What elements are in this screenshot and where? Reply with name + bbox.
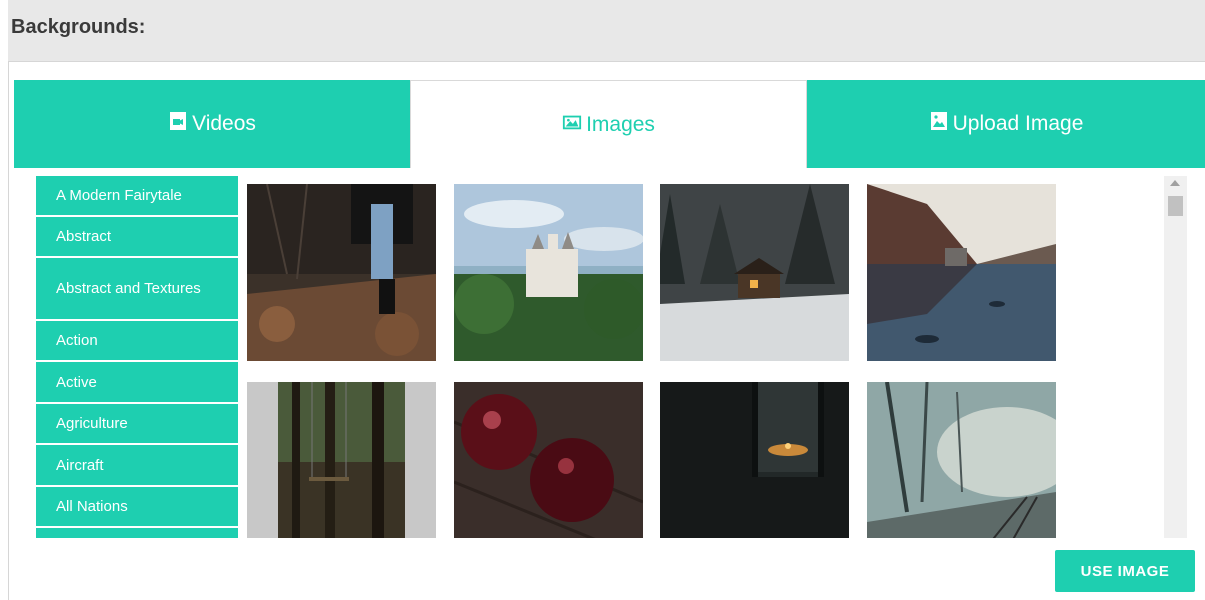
category-item[interactable]: Agriculture xyxy=(36,404,238,445)
image-grid xyxy=(247,184,1057,538)
scroll-thumb[interactable] xyxy=(1168,196,1183,216)
snowy-cabin-photo[interactable] xyxy=(660,184,849,361)
tab-videos[interactable]: Videos xyxy=(14,80,410,168)
image-file-icon xyxy=(929,111,949,137)
section-title: Backgrounds: xyxy=(11,16,146,38)
castle-photo[interactable] xyxy=(454,184,643,361)
lake-boathouse-photo[interactable] xyxy=(867,184,1056,361)
category-item[interactable]: Aircraft xyxy=(36,445,238,487)
tab-upload-image[interactable]: Upload Image xyxy=(807,80,1205,168)
tab-videos-label: Videos xyxy=(192,112,256,135)
forest-path-legs-photo[interactable] xyxy=(247,184,436,361)
category-list: A Modern Fairytale Abstract Abstract and… xyxy=(36,176,238,538)
scroll-up-arrow-icon[interactable] xyxy=(1170,180,1180,186)
tab-images-label: Images xyxy=(586,112,655,136)
category-item[interactable]: Abstract xyxy=(36,217,238,258)
apples-photo[interactable] xyxy=(454,382,643,538)
category-item[interactable]: A Modern Fairytale xyxy=(36,176,238,217)
header-bar: Backgrounds: xyxy=(8,0,1205,62)
lantern-photo[interactable] xyxy=(660,382,849,538)
misty-railway-photo[interactable] xyxy=(867,382,1056,538)
image-icon xyxy=(562,112,582,138)
tab-upload-image-label: Upload Image xyxy=(952,112,1084,135)
tab-bar: Videos Images Upload Image xyxy=(14,80,1205,168)
vertical-scrollbar[interactable] xyxy=(1164,176,1187,538)
use-image-button[interactable]: USE IMAGE xyxy=(1055,550,1195,592)
category-item[interactable]: Abstract and Textures xyxy=(36,258,238,321)
tab-images[interactable]: Images xyxy=(410,80,807,168)
category-item[interactable]: Action xyxy=(36,321,238,362)
category-item[interactable]: Active xyxy=(36,362,238,404)
category-item[interactable]: All Nations xyxy=(36,487,238,528)
video-file-icon xyxy=(168,111,188,137)
category-item-partial[interactable] xyxy=(36,528,238,538)
forest-swing-photo[interactable] xyxy=(247,382,436,538)
